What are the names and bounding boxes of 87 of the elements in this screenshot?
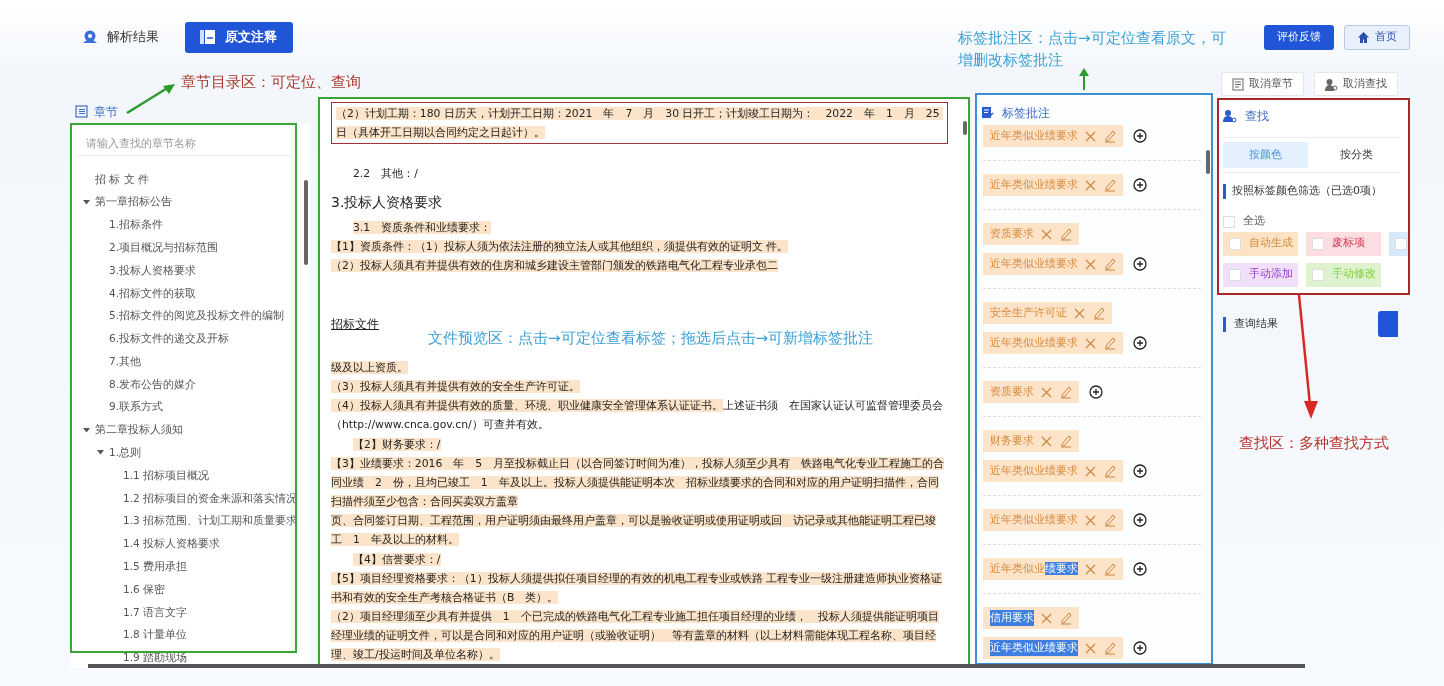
filter-label: 自动生成 — [1249, 235, 1293, 252]
tag-chip[interactable]: 近年类似业绩要求 — [983, 460, 1123, 482]
tag-label[interactable]: 近年类似业绩要求 — [990, 511, 1078, 529]
document-paragraph: 【5】项目经理资格要求：（1）投标人须提供拟任项目经理的有效的机电工程专业或铁路 工程专业一级注册建造师执业资格证书和有效的安全生产考核合格证书（B 类）。 — [331, 571, 944, 606]
tree-label[interactable]: 3.投标人资格要求 — [109, 262, 197, 279]
tag-chip[interactable]: 信用要求 — [983, 607, 1079, 629]
panel-title: 查找 — [1245, 107, 1269, 125]
tree-label[interactable]: 1.6 保密 — [123, 581, 166, 598]
tree-label[interactable]: 4.招标文件的获取 — [109, 285, 197, 302]
page-header: 招标文件 — [331, 316, 379, 333]
tag-chip[interactable]: 近年类似业绩要求 — [983, 174, 1123, 196]
color-filter-chip[interactable]: 手动添加 — [1223, 262, 1298, 287]
feedback-button[interactable]: 评价反馈 — [1264, 24, 1334, 50]
cancel-search-button[interactable]: 取消查找 — [1314, 72, 1398, 96]
tag-chip[interactable]: 近年类似业绩要求 — [983, 332, 1123, 354]
tag-label[interactable]: 财务要求 — [990, 432, 1034, 450]
tree-label[interactable]: 2.项目概况与招标范围 — [109, 239, 219, 256]
checkbox-label[interactable]: 全选 — [1243, 213, 1265, 230]
tree-label[interactable]: 5.招标文件的阅览及投标文件的编制 — [109, 308, 285, 325]
tree-label[interactable]: 1.招标条件 — [109, 217, 164, 233]
tag-chip[interactable]: 近年类似业绩要求 — [983, 125, 1123, 147]
tree-label[interactable]: 6.投标文件的递交及开标 — [109, 331, 230, 347]
document-paragraph: （4）投标人须具有并提供有效的质量、环境、职业健康安全管理体系认证证书。上述证书须 在国家认证认可监督管理委员会（http://www.cnca.gov.cn/）可查并有效。 — [331, 398, 944, 433]
tree-label[interactable]: 1.5 费用承担 — [123, 559, 188, 575]
tree-label[interactable]: 招 标 文 件 — [95, 171, 149, 188]
tag-chip[interactable]: 近年类似业绩要求 — [983, 637, 1123, 659]
filter-label: 废标项 — [1332, 235, 1365, 252]
color-filter-chip[interactable]: 自动生成 — [1223, 231, 1298, 256]
document-paragraph: 级及以上资质。 — [331, 360, 409, 376]
tag-label[interactable]: 近年类似业绩要求 — [990, 334, 1078, 352]
tag-chip[interactable]: 财务要求 — [983, 430, 1079, 452]
document-paragraph: 3.1 资质条件和业绩要求： — [352, 220, 493, 236]
tag-label[interactable]: 近年类似业绩要求 — [990, 462, 1078, 480]
tree-label[interactable]: 1.3 招标范围、计划工期和质量要求 — [123, 513, 298, 530]
tree-label[interactable]: 9.联系方式 — [109, 399, 164, 416]
tree-label[interactable]: 1.8 计量单位 — [123, 627, 188, 644]
document-paragraph: （2）投标人须具有并提供有效的住房和城乡建设主管部门颁发的铁路电气化工程专业承包二 — [331, 258, 779, 274]
tree-label[interactable]: 第一章招标公告 — [95, 194, 172, 211]
tag-label[interactable]: 近年类似业绩要求 — [990, 176, 1078, 194]
document-paragraph: （2）计划工期：180 日历天，计划开工日期：2021 年 7 月 30 日开工；计划竣工日期为： 2022 年 1 月 25 日（具体开工日期以合同约定之日起计）。 — [331, 102, 948, 144]
document-paragraph: （2）项目经理须至少具有并提供 1 个已完成的铁路电气化工程专业施工担任项目经理的业绩， 投标人须提供能证明项目经理业绩的证明文件，可以是合同和对应的用户证明（或验收证明） 等有盖章的材料（以上材料需能体现工程名称、项目经理、竣工/投运时间及单位名称）。 — [331, 609, 940, 663]
annotation-text: 章节目录区：可定位、查询 — [181, 72, 361, 93]
tag-label[interactable]: 信用要求 — [990, 609, 1034, 627]
tag-label[interactable]: 安全生产许可证 — [990, 304, 1067, 322]
document-paragraph: 【3】业绩要求：2016 年 5 月至投标截止日（以合同签订时间为准），投标人须至少具有 铁路电气化专业工程施工的合同业绩 2 份，且均已竣工 1 年及以上。投标人须提供能证明本次 招标业绩要求的合同和对应的用户证明扫描件，合同扫描件须至少包含：合同买卖双方盖章 — [331, 456, 946, 510]
tag-label[interactable]: 近年类似业绩要求 — [990, 639, 1078, 657]
tag-chip[interactable]: 近年类似业绩要求 — [983, 558, 1123, 580]
tag-label[interactable]: 近年类似业绩要求 — [990, 560, 1078, 578]
tag-label[interactable]: 近年类似业绩要求 — [990, 255, 1078, 273]
document-paragraph: 页、合同签订日期、工程范围，用户证明须由最终用户盖章，可以是验收证明或使用证明或回 访记录或其他能证明工程已竣工 1 年及以上的材料。 — [331, 513, 937, 548]
filter-label: 按照标签颜色筛选（已选0项） — [1232, 183, 1382, 199]
tree-label[interactable]: 8.发布公告的媒介 — [109, 376, 197, 393]
tag-chip[interactable]: 资质要求 — [983, 381, 1079, 403]
section-heading: 3.投标人资格要求 — [331, 193, 444, 212]
annotation-text: 文件预览区：点击→可定位查看标签；拖选后点击→可新增标签批注 — [428, 328, 874, 349]
cancel-chapter-button[interactable]: 取消章节 — [1221, 72, 1304, 96]
document-paragraph: 2.2 其他：/ — [352, 166, 419, 182]
tag-label[interactable]: 资质要求 — [990, 225, 1034, 243]
tag-chip[interactable]: 安全生产许可证 — [983, 302, 1112, 324]
document-paragraph: （3）投标人须具有并提供有效的安全生产许可证。 — [331, 379, 581, 395]
document-paragraph: 【1】资质条件：（1）投标人须为依法注册的独立法人或其他组织，须提供有效的证明文 件。 — [331, 239, 790, 255]
tree-label[interactable]: 1.总则 — [109, 445, 142, 461]
tab[interactable]: 按分类 — [1314, 142, 1399, 168]
annotation-text: 查找区：多种查找方式 — [1239, 433, 1389, 454]
color-filter-chip[interactable]: 废标项 — [1306, 231, 1381, 256]
tree-label[interactable]: 1.7 语言文字 — [123, 604, 188, 621]
tree-label[interactable]: 7.其他 — [109, 353, 142, 370]
tree-label[interactable]: 第二章投标人须知 — [95, 422, 183, 439]
tag-chip[interactable]: 近年类似业绩要求 — [983, 253, 1123, 275]
tab[interactable]: 解析结果 — [75, 21, 173, 53]
tab[interactable]: 按颜色 — [1223, 142, 1308, 168]
tree-label[interactable]: 1.4 投标人资格要求 — [123, 536, 221, 552]
document-paragraph: 【2】财务要求：/ — [352, 437, 442, 453]
tree-label[interactable]: 1.1 招标项目概况 — [123, 467, 210, 484]
document-paragraph: 【4】信誉要求：/ — [352, 552, 442, 568]
panel-title: 章节 — [94, 103, 118, 121]
tag-label[interactable]: 近年类似业绩要求 — [990, 127, 1078, 145]
tab[interactable]: 原文注释 — [185, 21, 293, 53]
annotation-text: 标签批注区：点击→可定位查看原文，可增删改标签批注 — [958, 28, 1227, 71]
tag-chip[interactable]: 近年类似业绩要求 — [983, 509, 1123, 531]
home-button[interactable]: 首页 — [1344, 24, 1410, 50]
filter-label: 手动修改 — [1332, 266, 1376, 283]
tag-chip[interactable]: 资质要求 — [983, 223, 1079, 245]
section-title: 查询结果 — [1234, 315, 1278, 332]
tag-label[interactable]: 资质要求 — [990, 383, 1034, 401]
panel-title: 标签批注 — [1002, 104, 1050, 122]
filter-label: 手动添加 — [1249, 266, 1293, 283]
